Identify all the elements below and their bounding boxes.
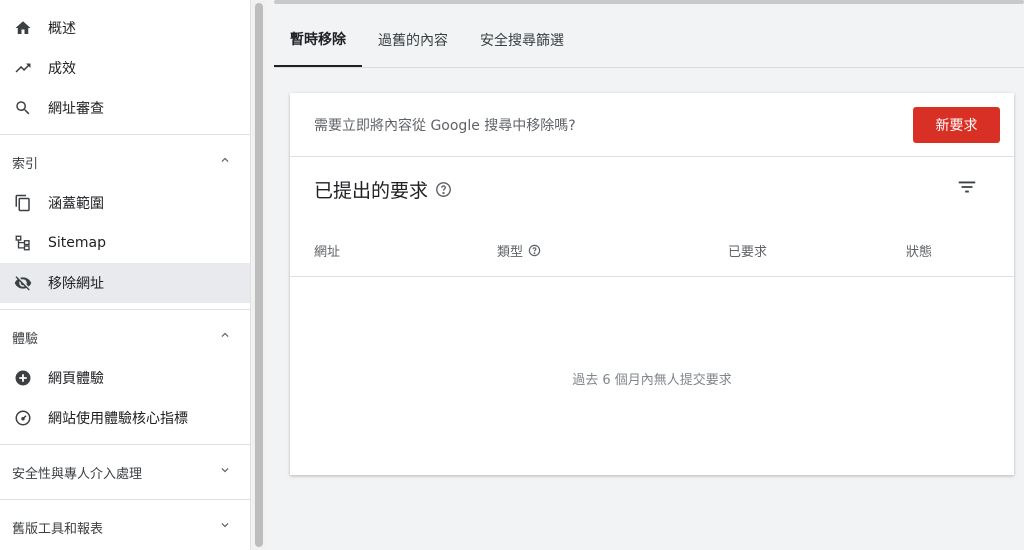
new-request-button[interactable]: 新要求 (913, 106, 1000, 143)
submitted-requests-title: 已提出的要求 (314, 179, 429, 202)
sidebar-item-overview[interactable]: 概述 (0, 8, 250, 48)
home-icon (13, 18, 33, 38)
sitemap-icon (13, 233, 33, 253)
chevron-down-icon (218, 518, 232, 536)
column-header-requested[interactable]: 已要求 (728, 241, 767, 260)
sidebar-scrollbar[interactable] (252, 0, 266, 550)
column-header-status[interactable]: 狀態 (906, 241, 932, 260)
tab-safesearch-filtering[interactable]: 安全搜尋篩選 (464, 12, 580, 67)
scrollbar-thumb[interactable] (255, 3, 263, 547)
column-header-type-label: 類型 (497, 245, 524, 260)
removal-question: 需要立即將內容從 Google 搜尋中移除嗎? (314, 117, 576, 134)
table-header: 網址 類型 已要求 狀態 (290, 221, 1014, 277)
sidebar-item-coverage[interactable]: 涵蓋範圍 (0, 183, 250, 223)
empty-state-message: 過去 6 個月內無人提交要求 (572, 373, 732, 388)
sidebar-item-removals[interactable]: 移除網址 (0, 263, 250, 303)
tab-outdated-content[interactable]: 過舊的內容 (362, 12, 464, 67)
removals-card: 需要立即將內容從 Google 搜尋中移除嗎? 新要求 已提出的要求 網址 類型 (290, 93, 1014, 475)
sidebar-item-label: 成效 (48, 61, 76, 77)
chevron-up-icon (218, 153, 232, 171)
submitted-title-wrap: 已提出的要求 (314, 176, 452, 203)
submitted-requests-header: 已提出的要求 (290, 157, 1014, 221)
section-header-label: 體驗 (12, 331, 39, 347)
plus-circle-icon (13, 368, 33, 388)
tab-temporary-removals[interactable]: 暫時移除 (274, 12, 362, 67)
sidebar-item-label: 概述 (48, 21, 76, 37)
main-content: 暫時移除 過舊的內容 安全搜尋篩選 需要立即將內容從 Google 搜尋中移除嗎… (266, 0, 1024, 550)
section-header-label: 舊版工具和報表 (12, 521, 104, 537)
search-icon (13, 98, 33, 118)
sidebar-item-label: 網站使用體驗核心指標 (48, 411, 188, 427)
sidebar-section-security[interactable]: 安全性與專人介入處理 (0, 445, 250, 499)
help-icon[interactable] (435, 181, 452, 198)
sidebar-item-label: 網址審查 (48, 101, 104, 117)
section-header-label: 索引 (12, 156, 39, 172)
section-header-label: 安全性與專人介入處理 (12, 466, 143, 482)
sidebar: 概述 成效 網址審查 索引 涵蓋範圍 Sitemap 移除網址 體驗 網頁體驗 … (0, 0, 251, 550)
column-header-type[interactable]: 類型 (497, 241, 541, 260)
card-header: 需要立即將內容從 Google 搜尋中移除嗎? 新要求 (290, 93, 1014, 157)
column-header-url[interactable]: 網址 (314, 241, 340, 260)
sidebar-item-core-web-vitals[interactable]: 網站使用體驗核心指標 (0, 398, 250, 438)
top-edge (274, 0, 1024, 4)
sidebar-item-sitemap[interactable]: Sitemap (0, 223, 250, 263)
sidebar-section-experience[interactable]: 體驗 (0, 310, 250, 364)
chevron-down-icon (218, 463, 232, 481)
sidebar-item-page-experience[interactable]: 網頁體驗 (0, 358, 250, 398)
chevron-up-icon (218, 328, 232, 346)
sidebar-item-label: Sitemap (48, 235, 106, 251)
sidebar-section-legacy[interactable]: 舊版工具和報表 (0, 500, 250, 550)
help-icon[interactable] (528, 244, 541, 257)
sidebar-item-url-inspection[interactable]: 網址審查 (0, 88, 250, 128)
copy-icon (13, 193, 33, 213)
filter-icon[interactable] (956, 176, 978, 202)
sidebar-item-label: 移除網址 (48, 276, 104, 292)
tab-bar: 暫時移除 過舊的內容 安全搜尋篩選 (274, 12, 1024, 68)
trending-up-icon (13, 58, 33, 78)
sidebar-item-performance[interactable]: 成效 (0, 48, 250, 88)
sidebar-section-index[interactable]: 索引 (0, 135, 250, 189)
speedometer-icon (13, 408, 33, 428)
sidebar-item-label: 涵蓋範圍 (48, 196, 104, 212)
sidebar-item-label: 網頁體驗 (48, 371, 104, 387)
eye-off-icon (13, 273, 33, 293)
